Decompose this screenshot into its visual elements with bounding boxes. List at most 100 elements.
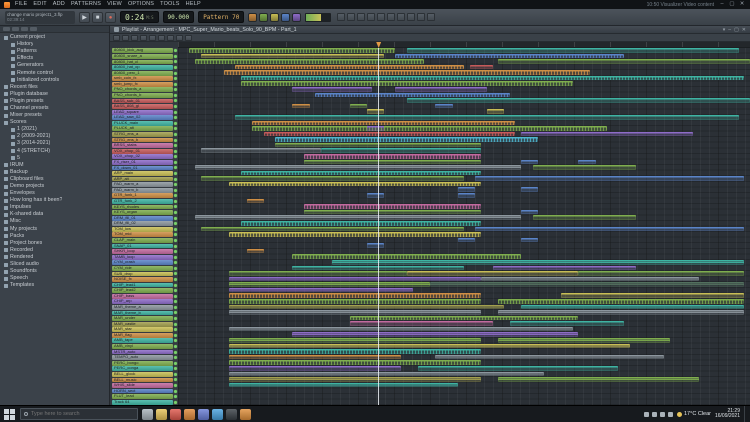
track-header[interactable]: SUB_drop xyxy=(110,271,178,277)
clip[interactable] xyxy=(407,98,750,103)
clip[interactable] xyxy=(195,215,521,220)
track-name-button[interactable]: CHIP_lead1 xyxy=(112,283,173,288)
track-header[interactable]: LEAD_square xyxy=(110,109,178,115)
browser-item[interactable]: Remote control xyxy=(0,69,109,76)
step-edit-icon[interactable] xyxy=(387,13,395,21)
track-name-button[interactable]: smb_jump_fx xyxy=(112,82,173,87)
track-name-button[interactable]: PNO_chords_b xyxy=(112,93,173,98)
clip[interactable] xyxy=(264,132,516,137)
track-enable-led[interactable] xyxy=(174,284,177,287)
chevron-up-icon[interactable] xyxy=(644,412,649,417)
clip[interactable] xyxy=(195,59,424,64)
browser-item[interactable]: Demo projects xyxy=(0,183,109,190)
track-enable-led[interactable] xyxy=(174,139,177,142)
browser-item[interactable]: 5 xyxy=(0,155,109,162)
track-header[interactable]: AMB_tape xyxy=(110,338,178,344)
mixer-toggle[interactable] xyxy=(281,13,290,22)
browser-item[interactable]: Scores xyxy=(0,119,109,126)
clip[interactable] xyxy=(275,137,538,142)
track-header[interactable]: STRG_ens_b xyxy=(110,137,178,143)
track-header[interactable]: CYM_crash xyxy=(110,260,178,266)
track-enable-led[interactable] xyxy=(174,172,177,175)
channel-rack-toggle[interactable] xyxy=(270,13,279,22)
clip[interactable] xyxy=(229,310,481,315)
track-enable-led[interactable] xyxy=(174,49,177,52)
track-enable-led[interactable] xyxy=(174,94,177,97)
track-enable-led[interactable] xyxy=(174,334,177,337)
clip[interactable] xyxy=(304,154,481,159)
clip[interactable] xyxy=(235,65,464,70)
menu-item-edit[interactable]: EDIT xyxy=(33,0,46,9)
clip[interactable] xyxy=(241,221,481,226)
track-name-button[interactable]: TOM_mid xyxy=(112,232,173,237)
track-name-button[interactable]: BELL_music xyxy=(112,378,173,383)
clip[interactable] xyxy=(435,104,452,109)
track-name-button[interactable]: FX_down_01 xyxy=(112,166,173,171)
clip[interactable] xyxy=(475,176,744,181)
browser-toggle[interactable] xyxy=(292,13,301,22)
track-header[interactable]: PLUCK_alt xyxy=(110,126,178,132)
clip[interactable] xyxy=(195,165,521,170)
track-enable-led[interactable] xyxy=(174,367,177,370)
clip[interactable] xyxy=(521,305,744,310)
track-header[interactable]: PAD_warm_b xyxy=(110,187,178,193)
time-display[interactable]: 0:24 M:S xyxy=(120,11,159,23)
track-enable-led[interactable] xyxy=(174,362,177,365)
clip[interactable] xyxy=(481,277,698,282)
clip[interactable] xyxy=(407,48,739,53)
track-name-button[interactable]: MAR_theme_a xyxy=(112,305,173,310)
clip[interactable] xyxy=(229,282,429,287)
track-header[interactable]: HORN_sect xyxy=(110,388,178,394)
track-header[interactable]: GTR_funk_2 xyxy=(110,199,178,205)
clip[interactable] xyxy=(510,321,624,326)
track-name-button[interactable]: CYM_ride xyxy=(112,266,173,271)
clip[interactable] xyxy=(292,87,372,92)
track-header[interactable]: KEYS_rhodes xyxy=(110,204,178,210)
track-enable-led[interactable] xyxy=(174,66,177,69)
clip[interactable] xyxy=(229,182,481,187)
track-enable-led[interactable] xyxy=(174,116,177,119)
track-header[interactable]: PNO_chords_b xyxy=(110,93,178,99)
clip[interactable] xyxy=(235,115,738,120)
browser-item[interactable]: Patterns xyxy=(0,48,109,55)
track-enable-led[interactable] xyxy=(174,166,177,169)
browser-item[interactable]: Templates xyxy=(0,282,109,289)
clip[interactable] xyxy=(241,81,573,86)
track-name-button[interactable]: 80800_snare_a xyxy=(112,54,173,59)
menu-item-help[interactable]: HELP xyxy=(186,0,201,9)
track-header[interactable]: PLUCK_main xyxy=(110,121,178,127)
file-explorer-icon[interactable] xyxy=(156,409,167,420)
browser-item[interactable]: Plugin presets xyxy=(0,98,109,105)
clip[interactable] xyxy=(498,310,744,315)
clip[interactable] xyxy=(332,260,744,265)
track-header[interactable]: DRM_fill_02 xyxy=(110,221,178,227)
track-header[interactable]: VOX_chop_02 xyxy=(110,154,178,160)
track-header[interactable]: WHIS_slide xyxy=(110,383,178,389)
obs-icon[interactable] xyxy=(226,409,237,420)
browser-all-tab[interactable] xyxy=(3,27,10,31)
browser-item[interactable]: Rendered xyxy=(0,254,109,261)
playlist-toggle[interactable] xyxy=(248,13,257,22)
playhead[interactable] xyxy=(378,48,379,405)
loop-record-icon[interactable] xyxy=(377,13,385,21)
clip[interactable] xyxy=(229,232,481,237)
track-header[interactable]: FLUT_lead xyxy=(110,394,178,400)
metronome-icon[interactable] xyxy=(347,13,355,21)
track-enable-led[interactable] xyxy=(174,267,177,270)
track-name-button[interactable]: MAR_castle xyxy=(112,322,173,327)
delete-icon[interactable] xyxy=(158,35,165,41)
track-enable-led[interactable] xyxy=(174,339,177,342)
track-header[interactable]: FX_riser_01 xyxy=(110,160,178,166)
track-enable-led[interactable] xyxy=(174,144,177,147)
playlist-close-button[interactable]: ✕ xyxy=(742,27,746,33)
track-enable-led[interactable] xyxy=(174,300,177,303)
clip[interactable] xyxy=(229,349,481,354)
track-name-button[interactable]: DRM_fill_01 xyxy=(112,216,173,221)
browser-plugins-tab[interactable] xyxy=(12,27,19,31)
browser-item[interactable]: Packs xyxy=(0,233,109,240)
language-icon[interactable] xyxy=(668,412,673,417)
clip[interactable] xyxy=(487,109,504,114)
clip[interactable] xyxy=(252,126,607,131)
mute-icon[interactable] xyxy=(167,35,174,41)
pencil-icon[interactable] xyxy=(131,35,138,41)
